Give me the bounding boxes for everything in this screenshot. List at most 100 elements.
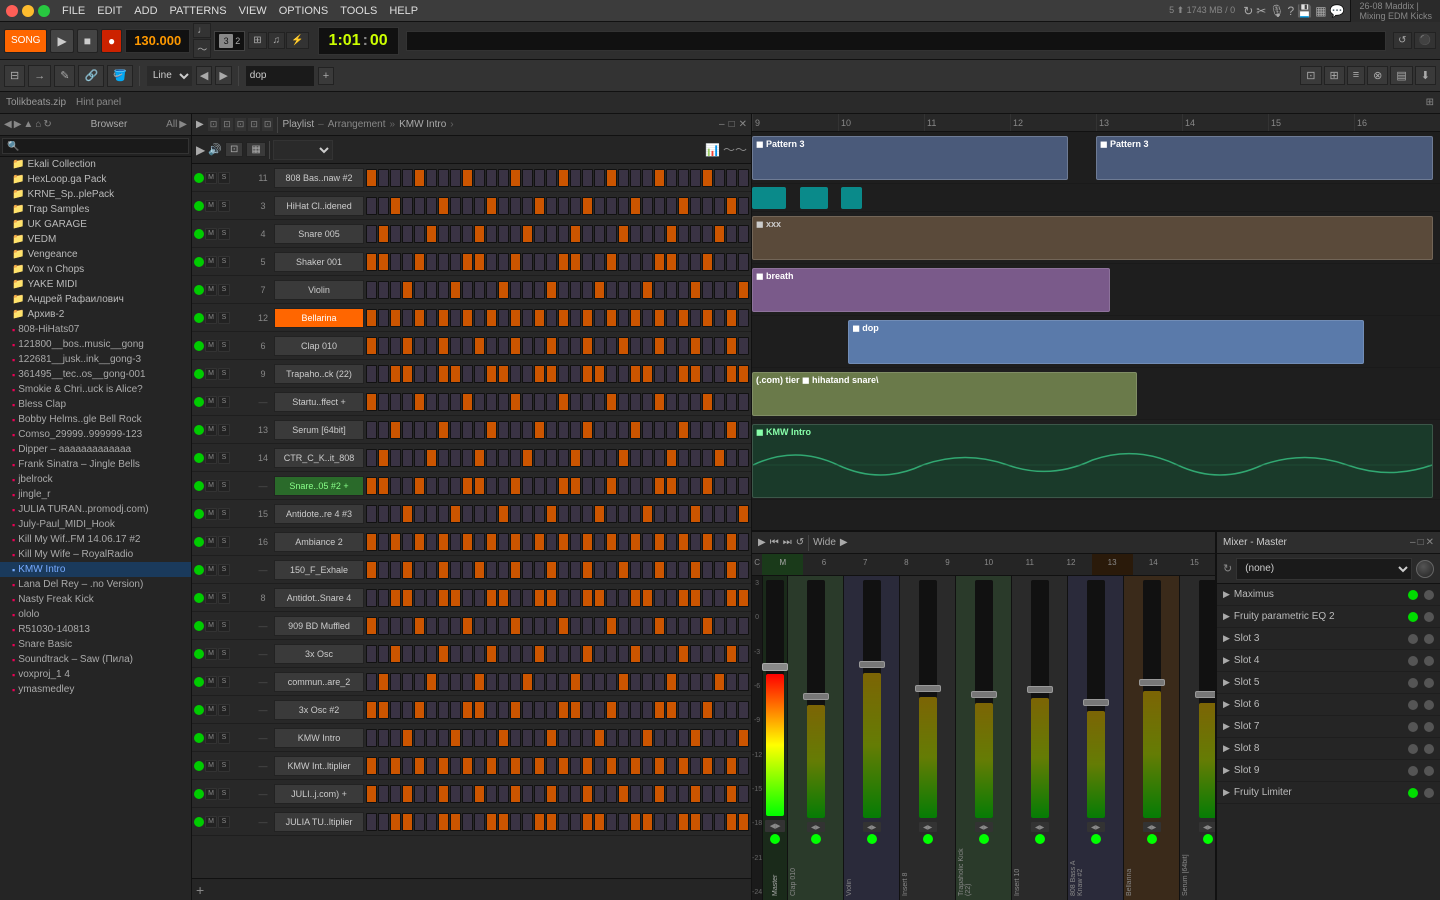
step-button[interactable] xyxy=(510,449,521,467)
file-item[interactable]: ▪ R51030-140813 xyxy=(0,622,191,637)
step-button[interactable] xyxy=(474,197,485,215)
ch-green-dot[interactable] xyxy=(1035,834,1045,844)
step-button[interactable] xyxy=(570,505,581,523)
step-button[interactable] xyxy=(522,365,533,383)
step-button[interactable] xyxy=(582,281,593,299)
icon-s5[interactable]: ⊡ xyxy=(262,118,274,131)
step-button[interactable] xyxy=(366,505,377,523)
step-button[interactable] xyxy=(654,701,665,719)
effect-slot3[interactable]: ▶ Slot 3 xyxy=(1217,628,1440,650)
step-button[interactable] xyxy=(642,225,653,243)
step-button[interactable] xyxy=(414,701,425,719)
icon-mixer-max[interactable]: □ xyxy=(1418,537,1424,548)
step-button[interactable] xyxy=(606,589,617,607)
channel-active-dot[interactable] xyxy=(194,285,204,295)
fader-handle[interactable] xyxy=(859,661,885,668)
step-button[interactable] xyxy=(426,617,437,635)
step-button[interactable] xyxy=(690,729,701,747)
step-button[interactable] xyxy=(534,533,545,551)
step-button[interactable] xyxy=(570,197,581,215)
step-button[interactable] xyxy=(678,505,689,523)
step-button[interactable] xyxy=(726,337,737,355)
step-button[interactable] xyxy=(534,729,545,747)
step-button[interactable] xyxy=(702,197,713,215)
step-button[interactable] xyxy=(426,785,437,803)
step-button[interactable] xyxy=(726,477,737,495)
step-button[interactable] xyxy=(498,421,509,439)
step-button[interactable] xyxy=(462,197,473,215)
minimize-button[interactable] xyxy=(22,5,34,17)
step-button[interactable] xyxy=(714,477,725,495)
effect-solo-dot[interactable] xyxy=(1424,656,1434,666)
step-button[interactable] xyxy=(402,169,413,187)
step-button[interactable] xyxy=(522,449,533,467)
step-button[interactable] xyxy=(642,785,653,803)
step-button[interactable] xyxy=(618,701,629,719)
file-item[interactable]: ▪ jingle_r xyxy=(0,487,191,502)
effect-solo-dot[interactable] xyxy=(1424,788,1434,798)
effect-solo-dot[interactable] xyxy=(1424,766,1434,776)
step-button[interactable] xyxy=(594,813,605,831)
channel-name-button[interactable]: 150_F_Exhale xyxy=(274,560,364,580)
step-button[interactable] xyxy=(570,757,581,775)
step-button[interactable] xyxy=(450,421,461,439)
arr-block-breath[interactable]: ◼ breath xyxy=(752,268,1110,312)
channel-active-dot[interactable] xyxy=(194,565,204,575)
step-button[interactable] xyxy=(414,785,425,803)
step-button[interactable] xyxy=(414,757,425,775)
step-button[interactable] xyxy=(390,449,401,467)
channel-fader-area[interactable] xyxy=(1143,580,1161,818)
step-button[interactable] xyxy=(426,561,437,579)
step-button[interactable] xyxy=(630,393,641,411)
folder-item[interactable]: 📁 HexLoop.ga Pack xyxy=(0,172,191,187)
step-button[interactable] xyxy=(618,813,629,831)
step-button[interactable] xyxy=(390,757,401,775)
step-button[interactable] xyxy=(534,813,545,831)
channel-mute-btn[interactable]: M xyxy=(205,340,217,352)
step-button[interactable] xyxy=(558,365,569,383)
step-button[interactable] xyxy=(630,169,641,187)
step-button[interactable] xyxy=(690,645,701,663)
step-button[interactable] xyxy=(558,421,569,439)
channel-name-button[interactable]: Shaker 001 xyxy=(274,252,364,272)
step-button[interactable] xyxy=(402,477,413,495)
channel-active-dot[interactable] xyxy=(194,621,204,631)
step-button[interactable] xyxy=(498,169,509,187)
step-button[interactable] xyxy=(690,225,701,243)
step-button[interactable] xyxy=(666,365,677,383)
file-item[interactable]: ▪ jbelrock xyxy=(0,472,191,487)
step-button[interactable] xyxy=(510,673,521,691)
icon-scissors[interactable]: ✂ xyxy=(1256,4,1266,18)
icon-level[interactable]: 📊 xyxy=(705,143,720,157)
step-button[interactable] xyxy=(378,533,389,551)
step-button[interactable] xyxy=(510,421,521,439)
step-button[interactable] xyxy=(426,197,437,215)
step-button[interactable] xyxy=(618,421,629,439)
file-item[interactable]: ▪ Kill My Wif..FM 14.06.17 #2 xyxy=(0,532,191,547)
step-button[interactable] xyxy=(498,225,509,243)
ch-green-dot[interactable] xyxy=(1203,834,1213,844)
maximize-button[interactable] xyxy=(38,5,50,17)
step-button[interactable] xyxy=(702,169,713,187)
step-button[interactable] xyxy=(462,701,473,719)
channel-name-button[interactable]: 3x Osc xyxy=(274,644,364,664)
step-button[interactable] xyxy=(582,337,593,355)
step-button[interactable] xyxy=(606,561,617,579)
step-button[interactable] xyxy=(714,645,725,663)
icon-collapse[interactable]: – xyxy=(719,119,725,130)
step-button[interactable] xyxy=(678,589,689,607)
step-button[interactable] xyxy=(450,197,461,215)
step-button[interactable] xyxy=(426,645,437,663)
channel-name-button[interactable]: Antidote..re 4 #3 xyxy=(274,504,364,524)
step-button[interactable] xyxy=(498,785,509,803)
step-button[interactable] xyxy=(510,197,521,215)
step-button[interactable] xyxy=(462,785,473,803)
channel-active-dot[interactable] xyxy=(194,481,204,491)
effect-slot7[interactable]: ▶ Slot 7 xyxy=(1217,716,1440,738)
step-button[interactable] xyxy=(510,533,521,551)
search-input[interactable] xyxy=(2,138,189,154)
step-button[interactable] xyxy=(366,365,377,383)
step-button[interactable] xyxy=(366,225,377,243)
step-button[interactable] xyxy=(414,673,425,691)
channel-mute-btn[interactable]: M xyxy=(205,368,217,380)
